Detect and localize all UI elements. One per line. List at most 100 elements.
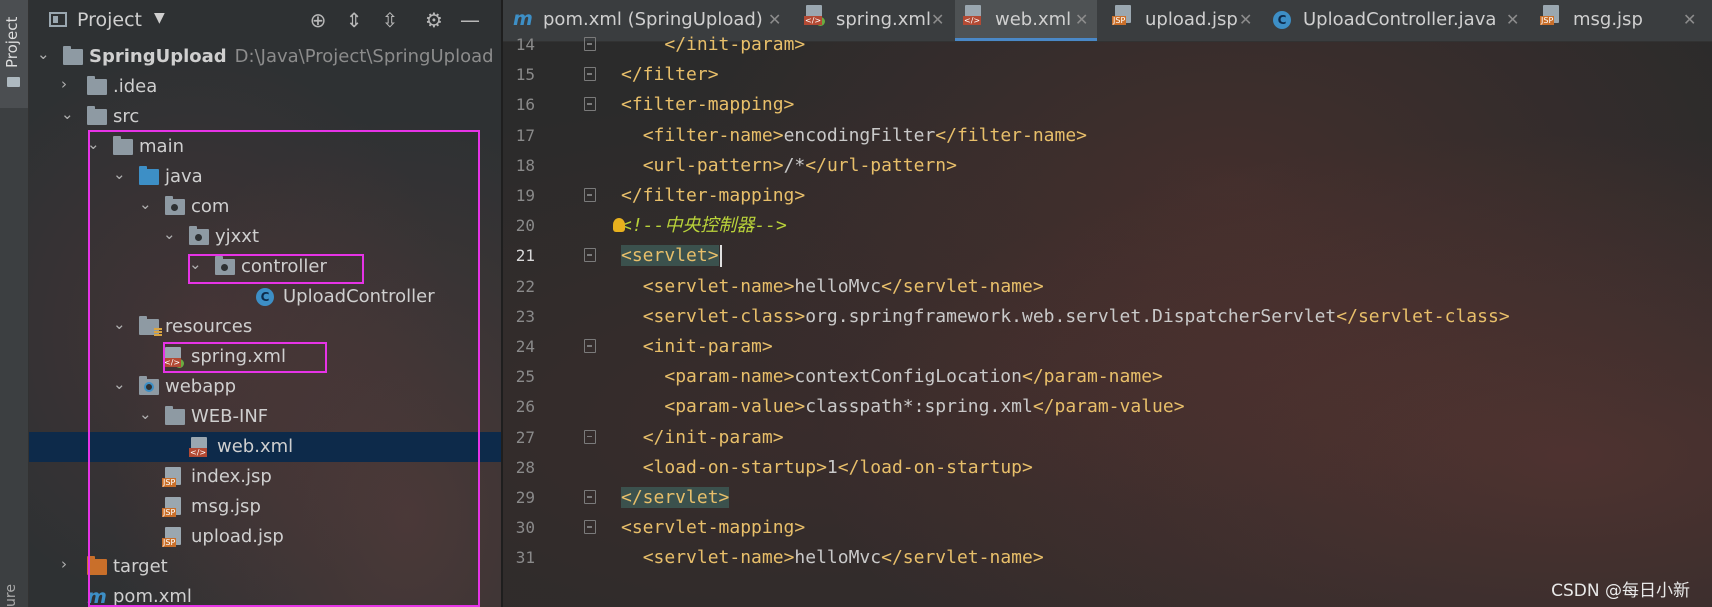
tree-item-webapp[interactable]: ⌄ webapp — [29, 372, 501, 402]
tree-item-spring-xml[interactable]: spring.xml — [29, 342, 501, 372]
fold-marker-icon[interactable] — [584, 37, 596, 51]
fold-marker-icon[interactable] — [584, 97, 596, 112]
fold-marker-icon[interactable] — [584, 520, 596, 535]
code-line[interactable]: <servlet-mapping> — [621, 511, 805, 544]
collapse-all-icon[interactable]: ⇳ — [378, 8, 402, 32]
tree-item-java[interactable]: ⌄ java — [29, 162, 501, 192]
code-tag: </url-pattern> — [805, 154, 957, 176]
tree-item-target[interactable]: › target — [29, 552, 501, 582]
tab-uploadcontroller-java[interactable]: C UploadController.java ✕ — [1263, 0, 1520, 41]
chevron-down-icon[interactable]: ⌄ — [189, 255, 205, 273]
code-line[interactable]: <!--中央控制器--> — [621, 209, 787, 242]
tree-item-upload-jsp[interactable]: upload.jsp — [29, 522, 501, 552]
locate-target-icon[interactable]: ⊕ — [306, 8, 330, 32]
tree-item-web-inf[interactable]: ⌄ WEB-INF — [29, 402, 501, 432]
tree-item-idea[interactable]: › .idea — [29, 72, 501, 102]
code-text: contextConfigLocation — [794, 366, 1022, 388]
fold-marker-icon[interactable] — [584, 248, 596, 263]
tree-item-main[interactable]: ⌄ main — [29, 132, 501, 162]
line-number: 23 — [515, 306, 535, 326]
tree-item-label: pom.xml — [113, 586, 192, 607]
tree-item-label: target — [113, 556, 168, 577]
tree-item-uploadcontroller[interactable]: C UploadController — [29, 282, 501, 312]
code-line[interactable]: <filter-name>encodingFilter</filter-name… — [621, 119, 1087, 152]
fold-marker-icon[interactable] — [584, 67, 596, 82]
project-panel-header: Project ▼ ⊕ ⇕ ⇳ ⚙ — — [29, 0, 501, 42]
project-path: D:\Java\Project\SpringUpload — [234, 46, 494, 67]
tab-msg-jsp[interactable]: msg.jsp ✕ — [1533, 0, 1712, 41]
tree-item-web-xml[interactable]: web.xml — [29, 432, 501, 462]
excluded-folder-icon — [87, 556, 107, 575]
jsp-file-icon — [1540, 5, 1559, 25]
close-icon[interactable]: ✕ — [1239, 10, 1252, 29]
code-line[interactable]: </filter> — [621, 58, 719, 91]
close-icon[interactable]: ✕ — [931, 10, 944, 29]
line-gutter[interactable]: 14 15 16 17 18 19 20 21 22 23 24 25 26 27 28 29 30 31 — [503, 35, 603, 607]
jsp-file-icon — [162, 527, 181, 547]
code-line[interactable]: <load-on-startup>1</load-on-startup> — [621, 451, 1033, 484]
code-line[interactable]: <servlet-name>helloMvc</servlet-name> — [621, 270, 1044, 303]
tab-web-xml[interactable]: web.xml ✕ — [955, 0, 1097, 41]
tree-item-springupload[interactable]: ⌄ SpringUpload D:\Java\Project\SpringUplo… — [29, 42, 501, 72]
chevron-down-icon[interactable]: ⌄ — [139, 405, 155, 423]
code-line[interactable]: <filter-mapping> — [621, 88, 794, 121]
close-icon[interactable]: ✕ — [1075, 10, 1088, 29]
tree-item-label: java — [165, 166, 203, 187]
code-line[interactable]: <servlet-name>helloMvc</servlet-name> — [621, 541, 1044, 574]
structure-tool-label[interactable]: ure — [3, 584, 19, 607]
code-line[interactable]: <param-name>contextConfigLocation</param… — [621, 360, 1163, 393]
lightbulb-icon[interactable] — [613, 218, 625, 233]
code-tag: <servlet-name> — [642, 275, 795, 297]
chevron-down-icon[interactable]: ⌄ — [163, 225, 179, 243]
close-icon[interactable]: ✕ — [768, 10, 781, 29]
watermark: CSDN @每日小新 — [1551, 581, 1690, 601]
chevron-down-icon[interactable]: ⌄ — [37, 45, 53, 63]
code-line[interactable]: <url-pattern>/*</url-pattern> — [621, 149, 957, 182]
line-number: 26 — [515, 397, 535, 417]
chevron-down-icon[interactable]: ▼ — [154, 10, 165, 26]
chevron-right-icon[interactable]: › — [61, 75, 77, 93]
fold-marker-icon[interactable] — [584, 188, 596, 202]
gear-icon[interactable]: ⚙ — [422, 8, 446, 32]
tree-item-src[interactable]: ⌄ src — [29, 102, 501, 132]
code-tag: <filter-mapping> — [621, 94, 795, 116]
tree-item-label: controller — [241, 256, 327, 277]
tab-spring-xml[interactable]: spring.xml ✕ — [796, 0, 946, 41]
project-panel-title[interactable]: Project — [77, 9, 142, 31]
code-line[interactable]: </servlet> — [621, 481, 730, 514]
chevron-down-icon[interactable]: ⌄ — [139, 195, 155, 213]
close-icon[interactable]: ✕ — [1506, 10, 1519, 29]
chevron-down-icon[interactable]: ⌄ — [113, 165, 129, 183]
tree-item-index-jsp[interactable]: index.jsp — [29, 462, 501, 492]
fold-marker-icon[interactable] — [584, 429, 596, 444]
fold-marker-icon[interactable] — [584, 490, 596, 504]
code-line[interactable]: </filter-mapping> — [621, 179, 805, 212]
code-line[interactable]: <servlet-class>org.springframework.web.s… — [621, 300, 1510, 333]
code-line[interactable]: </init-param> — [621, 28, 805, 61]
tree-item-yjxxt[interactable]: ⌄ yjxxt — [29, 222, 501, 252]
project-tool-tab[interactable]: Project — [0, 0, 28, 108]
editor-area[interactable]: m pom.xml (SpringUpload) ✕ spring.xml ✕ … — [503, 0, 1712, 607]
code-line[interactable]: <init-param> — [621, 330, 773, 363]
tree-item-msg-jsp[interactable]: msg.jsp — [29, 492, 501, 522]
tree-item-controller[interactable]: ⌄ controller — [29, 252, 501, 282]
chevron-down-icon[interactable]: ⌄ — [113, 315, 129, 333]
tree-item-resources[interactable]: ⌄ resources — [29, 312, 501, 342]
chevron-down-icon[interactable]: ⌄ — [87, 135, 103, 153]
chevron-right-icon[interactable]: › — [61, 555, 77, 573]
minimize-icon[interactable]: — — [458, 8, 482, 32]
tree-item-pom-xml[interactable]: m pom.xml — [29, 582, 501, 607]
code-line[interactable]: <param-value>classpath*:spring.xml</para… — [621, 390, 1184, 423]
tab-upload-jsp[interactable]: upload.jsp ✕ — [1105, 0, 1255, 41]
tree-item-label: UploadController — [283, 286, 435, 307]
fold-marker-icon[interactable] — [584, 339, 596, 353]
chevron-down-icon[interactable]: ⌄ — [113, 375, 129, 393]
chevron-down-icon[interactable]: ⌄ — [61, 105, 77, 123]
tree-item-com[interactable]: ⌄ com — [29, 192, 501, 222]
expand-all-icon[interactable]: ⇕ — [342, 8, 366, 32]
code-line[interactable]: </init-param> — [621, 421, 784, 454]
code-line[interactable]: <servlet> — [621, 239, 722, 272]
close-icon[interactable]: ✕ — [1683, 10, 1696, 29]
